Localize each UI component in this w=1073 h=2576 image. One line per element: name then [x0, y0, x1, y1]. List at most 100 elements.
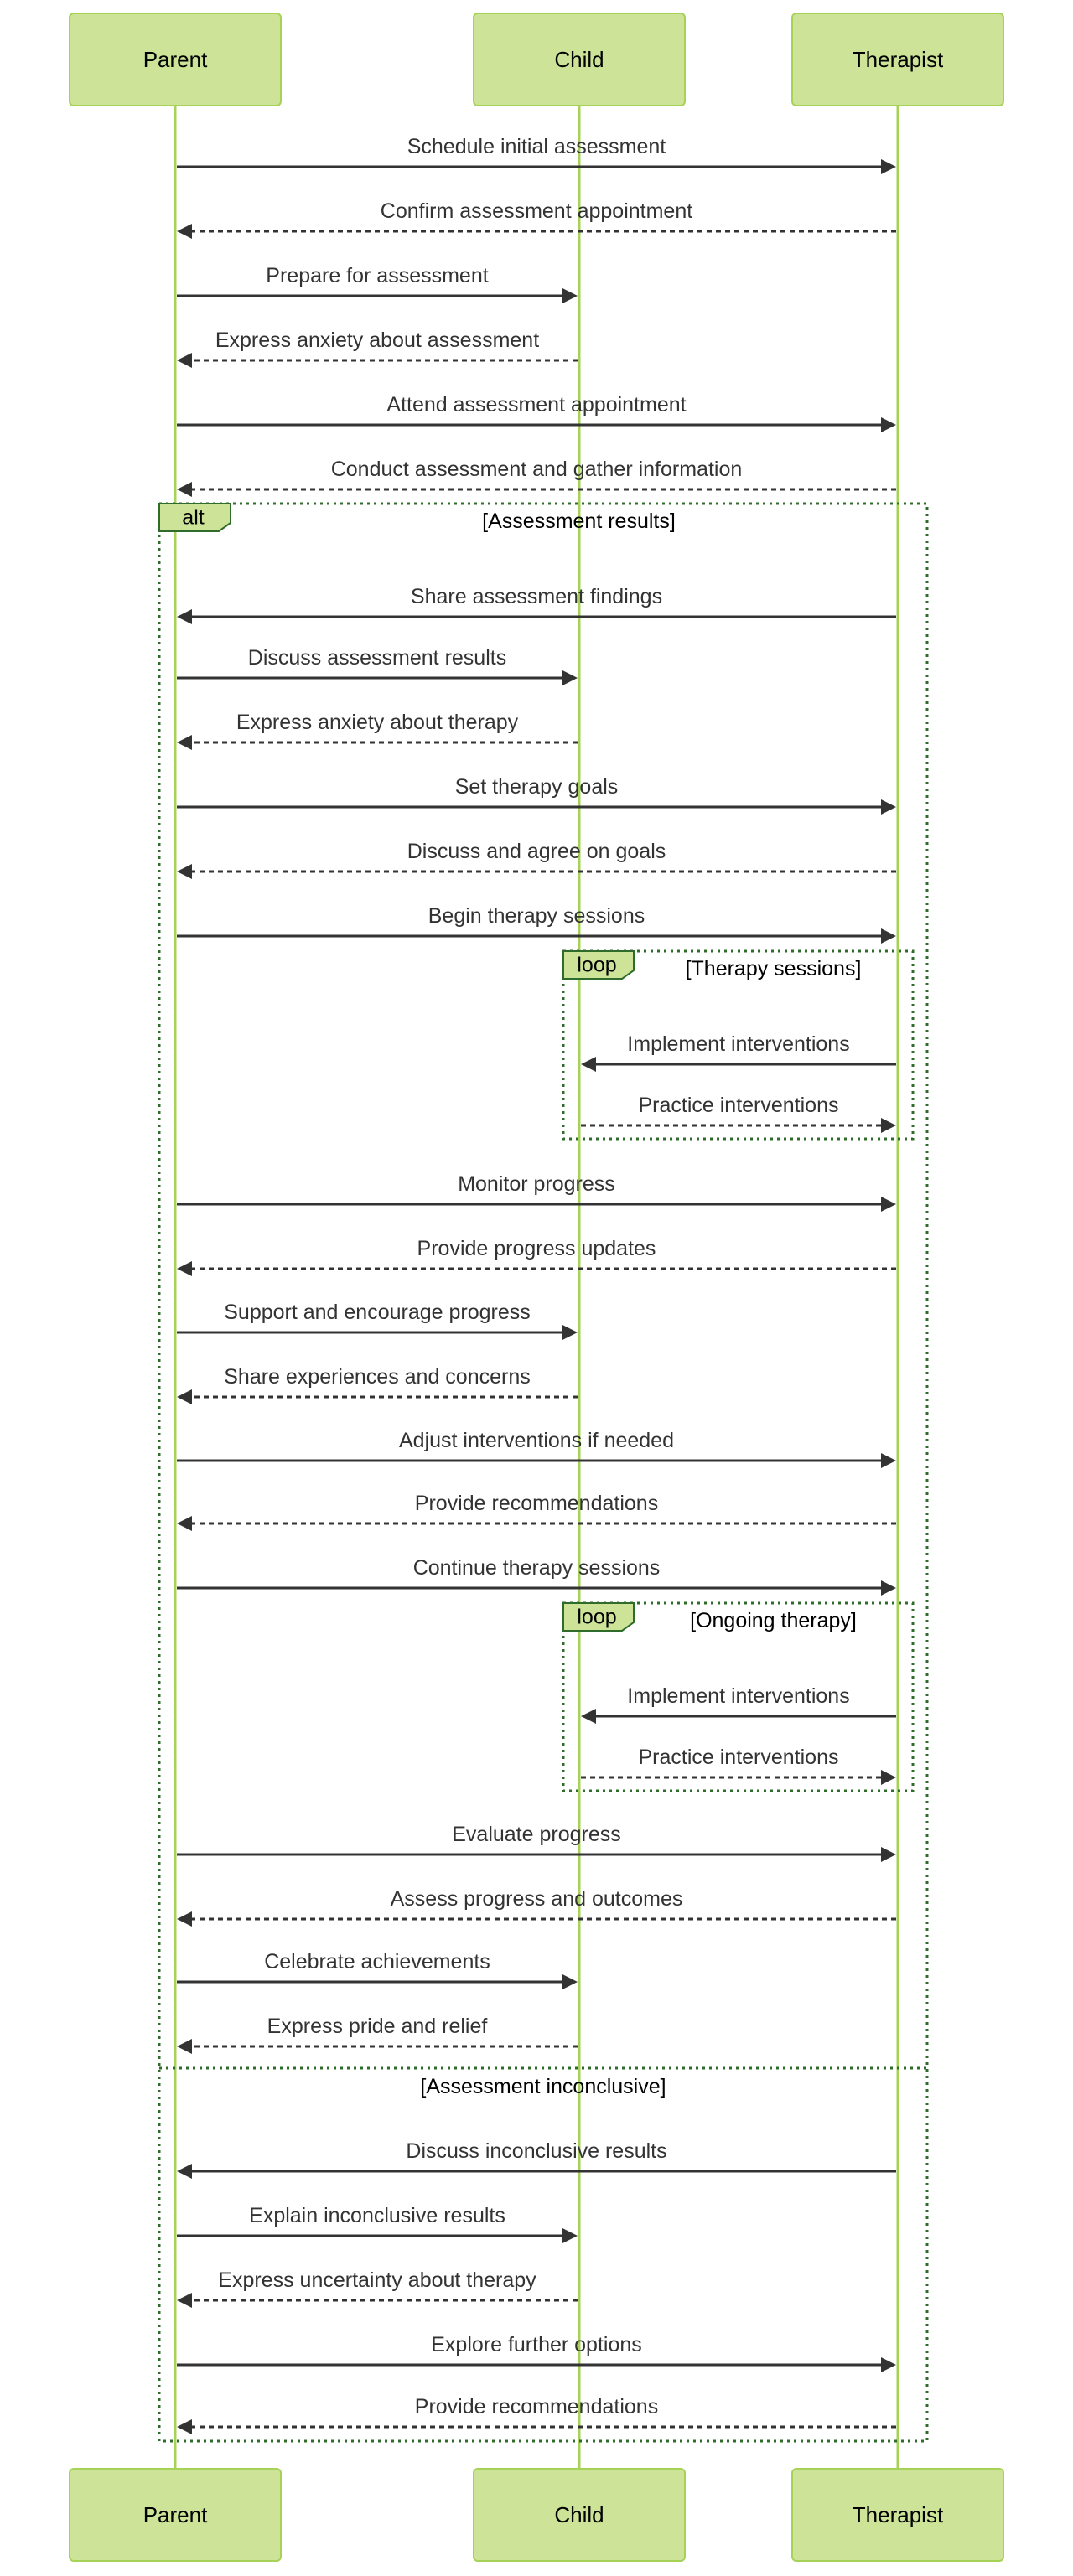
message: Confirm assessment appointment [177, 199, 896, 239]
message: Support and encourage progress [177, 1301, 578, 1340]
arrowhead-icon [581, 1709, 596, 1724]
message: Provide progress updates [177, 1237, 896, 1276]
message: Implement interventions [581, 1032, 896, 1072]
arrowhead-icon [177, 2164, 192, 2179]
message-label: Implement interventions [627, 1684, 849, 1708]
message: Attend assessment appointment [177, 393, 896, 432]
message: Express pride and relief [177, 2015, 578, 2054]
message-label: Support and encourage progress [224, 1301, 531, 1324]
message: Schedule initial assessment [177, 135, 896, 174]
message-label: Monitor progress [458, 1172, 615, 1196]
arrowhead-icon [581, 1057, 596, 1072]
arrowhead-icon [177, 1261, 192, 1276]
arrowhead-icon [881, 799, 896, 815]
message-label: Discuss assessment results [248, 646, 506, 670]
arrowhead-icon [881, 928, 896, 944]
message-label: Attend assessment appointment [386, 393, 686, 416]
message: Express uncertainty about therapy [177, 2268, 578, 2308]
arrowhead-icon [881, 1847, 896, 1862]
arrowhead-icon [177, 2039, 192, 2054]
arrowhead-icon [177, 1389, 192, 1404]
arrowhead-icon [881, 1580, 896, 1596]
actor-child: Child [473, 2468, 686, 2562]
arrowhead-icon [881, 159, 896, 174]
message-label: Provide recommendations [415, 1492, 658, 1515]
actor-child: Child [473, 13, 686, 106]
arrowhead-icon [881, 1453, 896, 1468]
arrowhead-icon [562, 1325, 578, 1340]
frame-tag-label: alt [182, 506, 204, 530]
actor-label: Child [554, 47, 604, 72]
message: Set therapy goals [177, 775, 896, 815]
message-label: Explain inconclusive results [249, 2204, 505, 2227]
message-label: Discuss inconclusive results [406, 2139, 666, 2163]
actors-bottom: Parent Child Therapist [69, 2468, 1004, 2562]
message-label: Explore further options [431, 2333, 642, 2356]
message-label: Express anxiety about assessment [215, 328, 539, 352]
arrowhead-icon [177, 2419, 192, 2434]
arrowhead-icon [177, 224, 192, 239]
message: Express anxiety about therapy [177, 711, 578, 750]
message: Adjust interventions if needed [177, 1429, 896, 1468]
message: Discuss and agree on goals [177, 840, 896, 879]
arrowhead-icon [177, 1911, 192, 1927]
frame-tag-label: loop [577, 1606, 616, 1629]
message: Provide recommendations [177, 1492, 896, 1531]
message-label: Schedule initial assessment [407, 135, 666, 158]
message-label: Continue therapy sessions [413, 1556, 661, 1580]
message: Share assessment findings [177, 585, 896, 624]
arrowhead-icon [177, 482, 192, 497]
message-label: Express uncertainty about therapy [218, 2268, 536, 2292]
arrowhead-icon [881, 1118, 896, 1133]
message: Discuss assessment results [177, 646, 578, 685]
message-label: Express pride and relief [267, 2015, 488, 2038]
arrowhead-icon [881, 2357, 896, 2372]
arrowhead-icon [177, 609, 192, 624]
message-label: Share experiences and concerns [224, 1365, 531, 1389]
arrowhead-icon [177, 1516, 192, 1531]
message-label: Discuss and agree on goals [407, 840, 666, 863]
frame-tag-label: loop [577, 954, 616, 977]
message-label: Practice interventions [638, 1746, 838, 1769]
arrowhead-icon [881, 417, 896, 432]
message: Explore further options [177, 2333, 896, 2372]
frame-condition: [Therapy sessions] [686, 957, 862, 980]
message: Prepare for assessment [177, 264, 578, 303]
else-condition: [Assessment inconclusive] [420, 2075, 666, 2098]
actor-parent: Parent [69, 13, 282, 106]
actors-top: Parent Child Therapist [69, 13, 1004, 106]
arrowhead-icon [562, 2228, 578, 2243]
actor-label: Parent [143, 47, 208, 72]
arrowhead-icon [177, 353, 192, 368]
arrowhead-icon [881, 1197, 896, 1212]
message: Celebrate achievements [177, 1950, 578, 1989]
message-label: Evaluate progress [452, 1823, 621, 1846]
message: Begin therapy sessions [177, 904, 896, 944]
message-label: Provide recommendations [415, 2395, 658, 2418]
sequence-diagram: alt [Assessment results] [Assessment incon… [69, 13, 1004, 2562]
arrowhead-icon [177, 864, 192, 879]
message: Implement interventions [581, 1684, 896, 1724]
actor-label: Child [554, 2502, 604, 2527]
message: Evaluate progress [177, 1823, 896, 1862]
message: Share experiences and concerns [177, 1365, 578, 1404]
message: Practice interventions [581, 1746, 896, 1785]
message: Practice interventions [581, 1094, 896, 1133]
message: Continue therapy sessions [177, 1556, 896, 1596]
actor-parent: Parent [69, 2468, 282, 2562]
message-label: Implement interventions [627, 1032, 849, 1056]
message: Explain inconclusive results [177, 2204, 578, 2243]
actor-therapist: Therapist [791, 2468, 1004, 2562]
arrowhead-icon [562, 1974, 578, 1989]
message: Conduct assessment and gather informatio… [177, 458, 896, 497]
message-label: Conduct assessment and gather informatio… [331, 458, 743, 481]
frame-condition: [Assessment results] [482, 510, 676, 533]
arrowhead-icon [562, 288, 578, 303]
message: Monitor progress [177, 1172, 896, 1212]
message-label: Adjust interventions if needed [399, 1429, 674, 1452]
message-label: Practice interventions [638, 1094, 838, 1117]
message-label: Assess progress and outcomes [391, 1887, 683, 1911]
arrowhead-icon [562, 670, 578, 685]
actor-label: Therapist [853, 47, 944, 72]
message-label: Provide progress updates [417, 1237, 656, 1260]
